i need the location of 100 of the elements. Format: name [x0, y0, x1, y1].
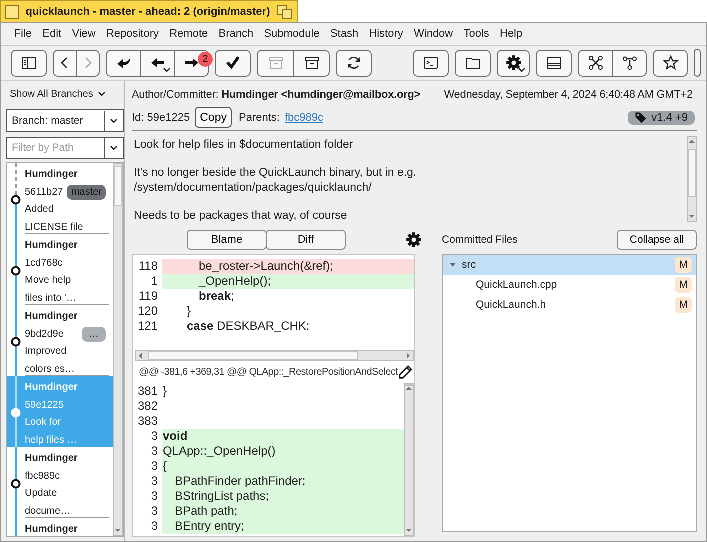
- hunk-header: @@ -381,6 +369,31 @@ QLApp::_RestorePositionAndSelect: [139, 366, 398, 378]
- tree-row[interactable]: src M: [443, 255, 696, 275]
- commit-id: Id: 59e1225: [132, 112, 190, 124]
- pencil-icon: [398, 364, 414, 380]
- status-badge: M: [675, 277, 692, 293]
- commit-message: Added LICENSE file: [25, 203, 84, 234]
- toolbar-button[interactable]: [140, 50, 175, 76]
- caret-icon: [518, 66, 526, 72]
- file-name: QuickLaunch.h: [476, 299, 548, 311]
- gear-icon: [406, 232, 422, 248]
- commit-row[interactable]: Humdinger: [7, 518, 113, 536]
- commit-row[interactable]: Humdinger fbc989c Update docume…: [7, 447, 113, 518]
- toolbar-button[interactable]: [455, 50, 491, 76]
- parent-link[interactable]: fbc989c: [284, 112, 324, 124]
- toolbar-button[interactable]: [497, 50, 530, 76]
- scrollbar[interactable]: [687, 136, 697, 222]
- menu-item[interactable]: View: [66, 24, 102, 44]
- tag-icon: [634, 112, 647, 124]
- commit-row[interactable]: Humdinger 5611b27 master Added LICENSE file: [7, 163, 113, 234]
- more-badge: …: [82, 326, 106, 342]
- scrollbar[interactable]: [135, 350, 414, 361]
- commit-message: Improved colors es…: [25, 345, 76, 376]
- commit-message: Update docume…: [25, 487, 72, 518]
- toolbar-button[interactable]: [106, 50, 141, 76]
- commit-hash: 9bd2d9e: [25, 328, 64, 342]
- tree-row[interactable]: QuickLaunch.cpp M: [443, 275, 696, 295]
- panel-title: Committed Files: [442, 234, 518, 246]
- code-line: }: [186, 304, 192, 319]
- toolbar-button[interactable]: [293, 50, 330, 76]
- commit-graph-drawing: [11, 305, 21, 376]
- toolbar-button[interactable]: [536, 50, 572, 76]
- branch-dropdown[interactable]: Branch: master: [6, 109, 124, 132]
- branch-filter-menu[interactable]: Show All Branches: [6, 81, 106, 107]
- toolbar-button[interactable]: [11, 50, 47, 76]
- branch-icon: [622, 55, 638, 71]
- archive-box-icon: [268, 55, 284, 71]
- commit-hash: 5611b27: [25, 186, 64, 200]
- commit-hash: 59e1225: [25, 398, 64, 412]
- commit-message: Look for help files …: [25, 416, 78, 448]
- toolbar-handle[interactable]: [694, 49, 701, 77]
- close-button[interactable]: [5, 4, 19, 18]
- menu-item[interactable]: Window: [408, 24, 458, 44]
- commit-author: Humdinger: [25, 239, 79, 253]
- commit-date: Wednesday, September 4, 2024 6:40:48 AM GMT+2: [444, 89, 693, 101]
- toolbar-button[interactable]: [215, 50, 251, 76]
- panel-icon: [546, 55, 562, 71]
- copy-button[interactable]: Copy: [195, 107, 232, 128]
- toolbar-button[interactable]: [336, 50, 372, 76]
- file-name: src: [462, 259, 477, 271]
- scrollbar[interactable]: [113, 163, 123, 536]
- status-badge: M: [675, 257, 692, 273]
- menu-item[interactable]: Edit: [37, 24, 67, 44]
- caret-icon: [98, 91, 106, 97]
- folder-icon: [465, 55, 481, 71]
- tree-row[interactable]: QuickLaunch.h M: [443, 295, 696, 315]
- menu-item[interactable]: Branch: [213, 24, 259, 44]
- toolbar-button[interactable]: [53, 50, 77, 76]
- commit-author: Humdinger: [25, 310, 79, 324]
- settings-button[interactable]: [406, 232, 422, 248]
- status-badge: M: [675, 297, 692, 313]
- caret-icon: [163, 66, 171, 72]
- menu-item[interactable]: Repository: [101, 24, 164, 44]
- author-info: Author/Committer: Humdinger <humdinger@mailbox.org>: [132, 89, 421, 101]
- commit-author: Humdinger: [25, 523, 79, 536]
- view-button[interactable]: Blame: [187, 230, 267, 250]
- file-name: QuickLaunch.cpp: [476, 279, 558, 291]
- zoom-button[interactable]: [277, 4, 293, 18]
- menu-item[interactable]: Remote: [164, 24, 214, 44]
- branch-badge: master: [67, 184, 106, 200]
- toolbar-button[interactable]: [612, 50, 647, 76]
- menu-item[interactable]: History: [364, 24, 409, 44]
- commit-graph-drawing: [11, 376, 21, 447]
- commit-hash: fbc989c: [25, 470, 60, 484]
- menu-item[interactable]: Submodule: [258, 24, 326, 44]
- parents-label: Parents:: [238, 112, 280, 124]
- graph-icon: [588, 55, 604, 71]
- menu-item[interactable]: File: [9, 24, 38, 44]
- commit-author: Humdinger: [25, 452, 79, 466]
- checkmark-icon: [225, 55, 241, 71]
- star-icon: [662, 55, 678, 71]
- refresh-icon: [346, 55, 362, 71]
- commit-graph-drawing: [11, 234, 21, 305]
- commit-author: Humdinger: [25, 168, 79, 182]
- terminal-icon: [423, 55, 439, 71]
- caret-icon: [110, 145, 118, 151]
- code-line: }: [162, 384, 168, 399]
- toolbar-button[interactable]: [653, 50, 688, 76]
- toolbar-button[interactable]: [413, 50, 449, 76]
- commit-row[interactable]: Humdinger 1cd768c Move help files into '…: [7, 234, 113, 305]
- dropdown-button[interactable]: [104, 137, 124, 159]
- menu-item[interactable]: Tools: [458, 24, 495, 44]
- menu-item[interactable]: Stash: [325, 24, 364, 44]
- collapse-all-button[interactable]: Collapse all: [617, 230, 697, 250]
- view-button[interactable]: Diff: [266, 230, 346, 250]
- scrollbar[interactable]: [404, 383, 414, 536]
- archive-box-icon: [304, 55, 320, 71]
- path-filter-field[interactable]: Filter by Path: [6, 137, 104, 159]
- tag-name: v1.4 +9: [652, 112, 688, 124]
- menu-item[interactable]: Help: [494, 24, 528, 44]
- toolbar-button[interactable]: [578, 50, 613, 76]
